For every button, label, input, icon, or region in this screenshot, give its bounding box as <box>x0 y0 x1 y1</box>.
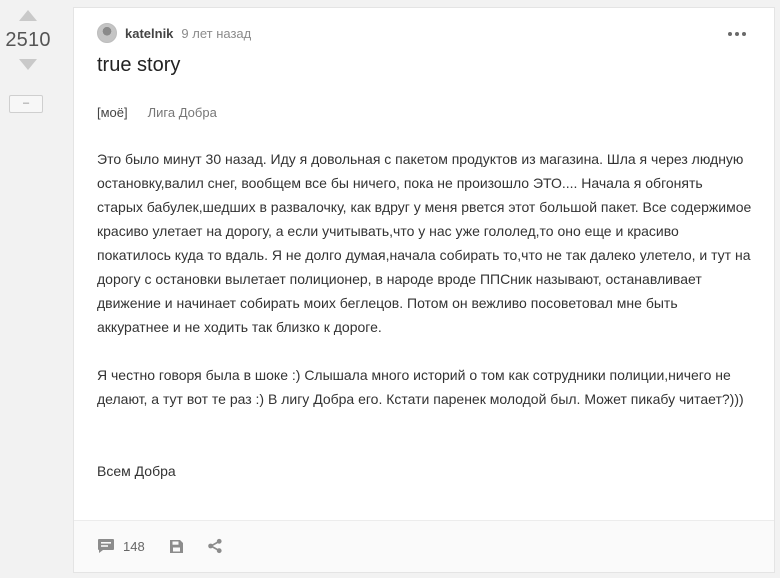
post-paragraph: Всем Добра <box>97 463 176 479</box>
vote-down-icon[interactable] <box>19 59 37 70</box>
vote-up-icon[interactable] <box>19 10 37 21</box>
post-tags: [моё] Лига Добра <box>97 105 217 120</box>
author-name[interactable]: katelnik <box>125 26 173 41</box>
post-content: Это было минут 30 назад. Иду я довольная… <box>97 147 752 483</box>
dot <box>742 32 746 36</box>
post-header: katelnik 9 лет назад <box>97 22 251 44</box>
comment-icon <box>98 539 114 553</box>
dot <box>728 32 732 36</box>
more-dots-icon[interactable] <box>728 31 746 37</box>
tag-liga-dobra[interactable]: Лига Добра <box>148 105 217 120</box>
share-button[interactable] <box>207 538 223 559</box>
dot <box>735 32 739 36</box>
post-card: katelnik 9 лет назад true story [моё] Ли… <box>73 7 775 573</box>
rating-score: 2510 <box>5 29 51 51</box>
comments-button[interactable]: 148 <box>97 538 145 554</box>
post-paragraph: Это было минут 30 назад. Иду я довольная… <box>97 151 752 335</box>
post-paragraph: Я честно говоря была в шоке :) Слышала м… <box>97 367 744 407</box>
collapse-button[interactable]: – <box>9 95 43 113</box>
avatar[interactable] <box>97 23 117 43</box>
comments-count: 148 <box>123 538 145 554</box>
share-icon <box>208 538 222 554</box>
post-footer: 148 <box>74 520 774 572</box>
save-icon <box>170 540 183 553</box>
post-time: 9 лет назад <box>181 25 252 41</box>
post-title[interactable]: true story <box>97 54 180 77</box>
tag-moe[interactable]: [моё] <box>97 105 128 120</box>
page: 2510 – katelnik 9 лет назад true story [… <box>0 0 780 578</box>
save-button[interactable] <box>169 539 184 559</box>
